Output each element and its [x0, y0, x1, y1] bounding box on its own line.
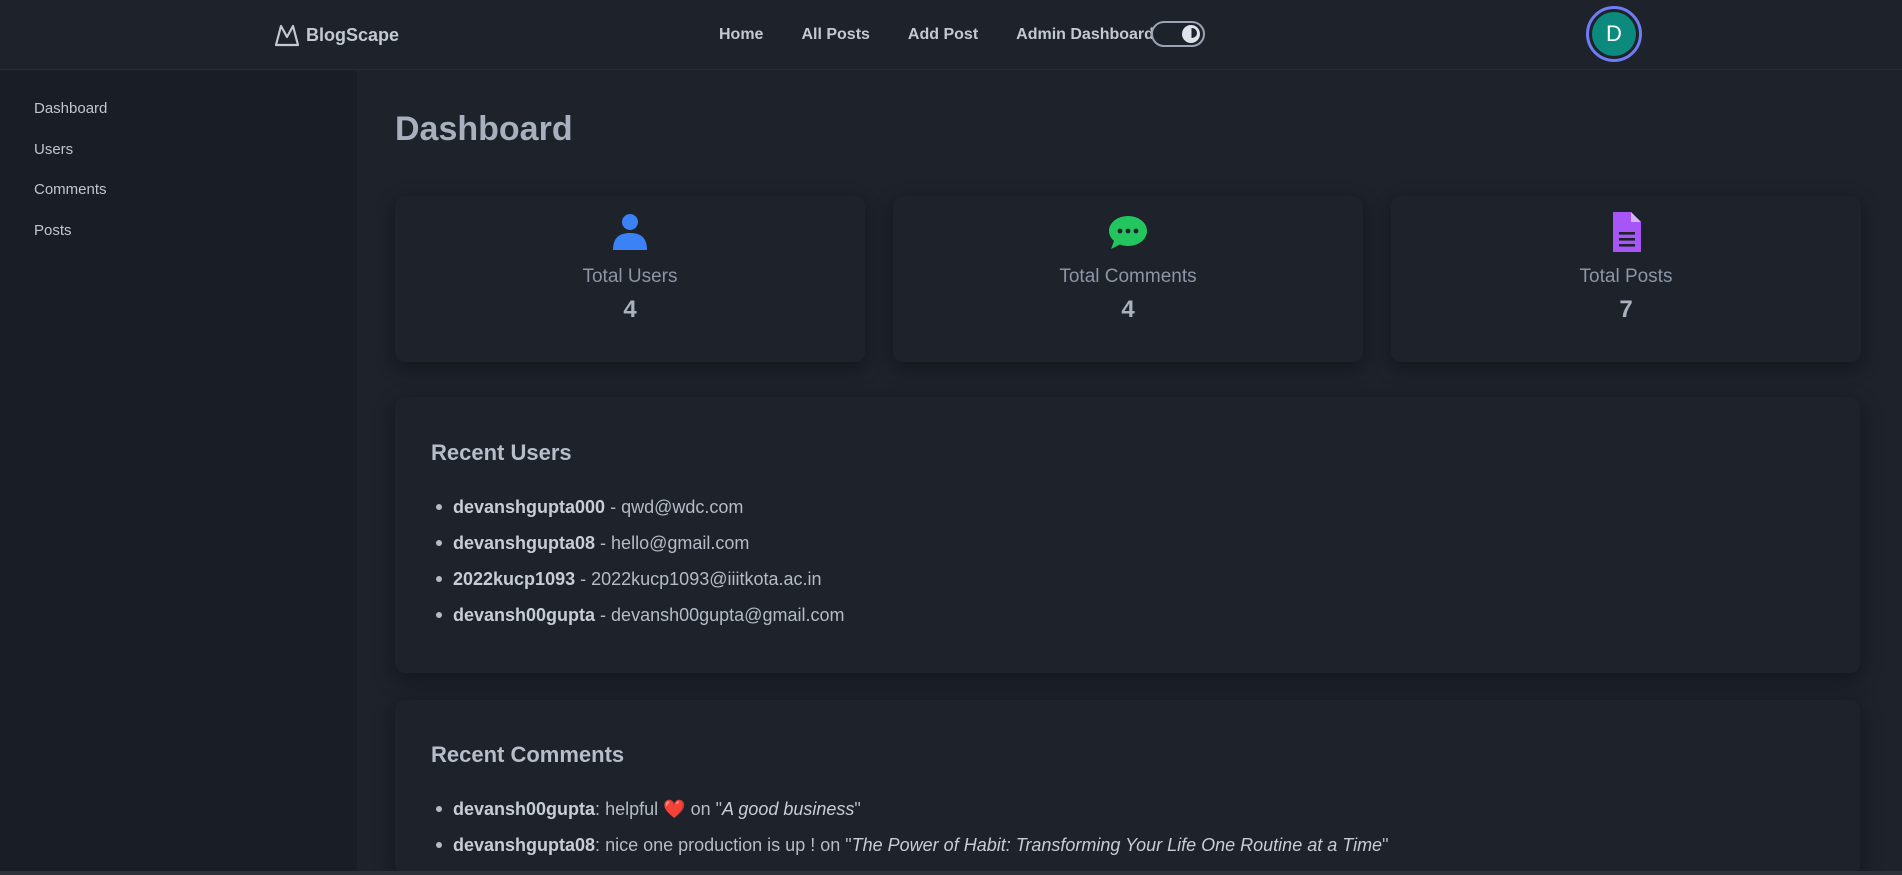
- stat-card-users: Total Users 4: [395, 196, 865, 362]
- username: devanshgupta000: [453, 497, 606, 517]
- sidebar-item-dashboard[interactable]: Dashboard: [34, 100, 107, 117]
- nav-all-posts-link[interactable]: All Posts: [782, 22, 888, 48]
- page-title: Dashboard: [395, 110, 573, 148]
- nav-add-post-link[interactable]: Add Post: [889, 22, 997, 48]
- username: devansh00gupta: [453, 605, 596, 625]
- list-item: 2022kucp1093 - 2022kucp1093@iiitkota.ac.…: [431, 561, 844, 597]
- email: 2022kucp1093@iiitkota.ac.in: [591, 569, 822, 589]
- mountain-icon: [274, 24, 300, 47]
- quote-close: ": [1382, 835, 1389, 855]
- recent-comments-list: devansh00gupta: helpful ❤️ on "A good bu…: [431, 791, 1388, 863]
- stat-label: Total Users: [582, 266, 678, 287]
- post-title[interactable]: A good business: [722, 799, 854, 819]
- nav-home-link[interactable]: Home: [700, 22, 782, 48]
- quote-close: ": [854, 799, 861, 819]
- username: devansh00gupta: [453, 799, 596, 819]
- nav-links: Home All Posts Add Post Admin Dashboard: [700, 22, 1173, 48]
- comment-on: on ": [820, 835, 852, 855]
- email: qwd@wdc.com: [621, 497, 744, 517]
- comment-text: helpful: [605, 799, 659, 819]
- top-navbar: BlogScape Home All Posts Add Post Admin …: [0, 0, 1902, 70]
- user-avatar-button[interactable]: D: [1586, 6, 1642, 62]
- username: devanshgupta08: [453, 835, 596, 855]
- stat-value: 7: [1619, 296, 1633, 323]
- recent-comments-panel: Recent Comments devansh00gupta: helpful …: [395, 700, 1860, 875]
- username: devanshgupta08: [453, 533, 596, 553]
- stat-value: 4: [1121, 296, 1135, 323]
- sidebar-item-comments[interactable]: Comments: [34, 181, 107, 198]
- avatar: D: [1592, 12, 1636, 56]
- recent-users-title: Recent Users: [431, 440, 572, 465]
- username: 2022kucp1093: [453, 569, 576, 589]
- sidebar-item-users[interactable]: Users: [34, 141, 73, 158]
- list-item: devanshgupta000 - qwd@wdc.com: [431, 489, 844, 525]
- recent-comments-title: Recent Comments: [431, 742, 625, 767]
- email: hello@gmail.com: [611, 533, 750, 553]
- recent-users-list: devanshgupta000 - qwd@wdc.com devanshgup…: [431, 489, 844, 633]
- file-lines-icon: [1613, 212, 1641, 252]
- heart-icon: ❤️: [663, 799, 686, 819]
- stat-card-comments: Total Comments 4: [893, 196, 1363, 362]
- comment-dots-icon: [1109, 216, 1147, 249]
- list-item: devanshgupta08: nice one production is u…: [431, 827, 1388, 863]
- brand-name: BlogScape: [306, 24, 400, 45]
- list-item: devansh00gupta - devansh00gupta@gmail.co…: [431, 597, 844, 633]
- sidebar-item-posts[interactable]: Posts: [34, 222, 72, 239]
- list-item: devansh00gupta: helpful ❤️ on "A good bu…: [431, 791, 1388, 827]
- bottom-divider: [0, 871, 1902, 875]
- brand-logo[interactable]: BlogScape: [274, 20, 399, 50]
- list-item: devanshgupta08 - hello@gmail.com: [431, 525, 844, 561]
- stat-label: Total Posts: [1579, 266, 1673, 287]
- nav-admin-dashboard-link[interactable]: Admin Dashboard: [997, 22, 1173, 48]
- user-icon: [613, 214, 647, 250]
- stat-value: 4: [623, 296, 637, 323]
- comment-text: nice one production is up !: [605, 835, 816, 855]
- post-title[interactable]: The Power of Habit: Transforming Your Li…: [852, 835, 1382, 855]
- theme-toggle[interactable]: [1151, 21, 1205, 47]
- sidebar: Dashboard Users Comments Posts: [0, 71, 357, 875]
- stat-card-posts: Total Posts 7: [1391, 196, 1861, 362]
- recent-users-panel: Recent Users devanshgupta000 - qwd@wdc.c…: [395, 397, 1860, 673]
- stat-label: Total Comments: [1059, 266, 1197, 287]
- moon-icon: [1182, 25, 1200, 43]
- email: devansh00gupta@gmail.com: [611, 605, 845, 625]
- comment-on: on ": [690, 799, 722, 819]
